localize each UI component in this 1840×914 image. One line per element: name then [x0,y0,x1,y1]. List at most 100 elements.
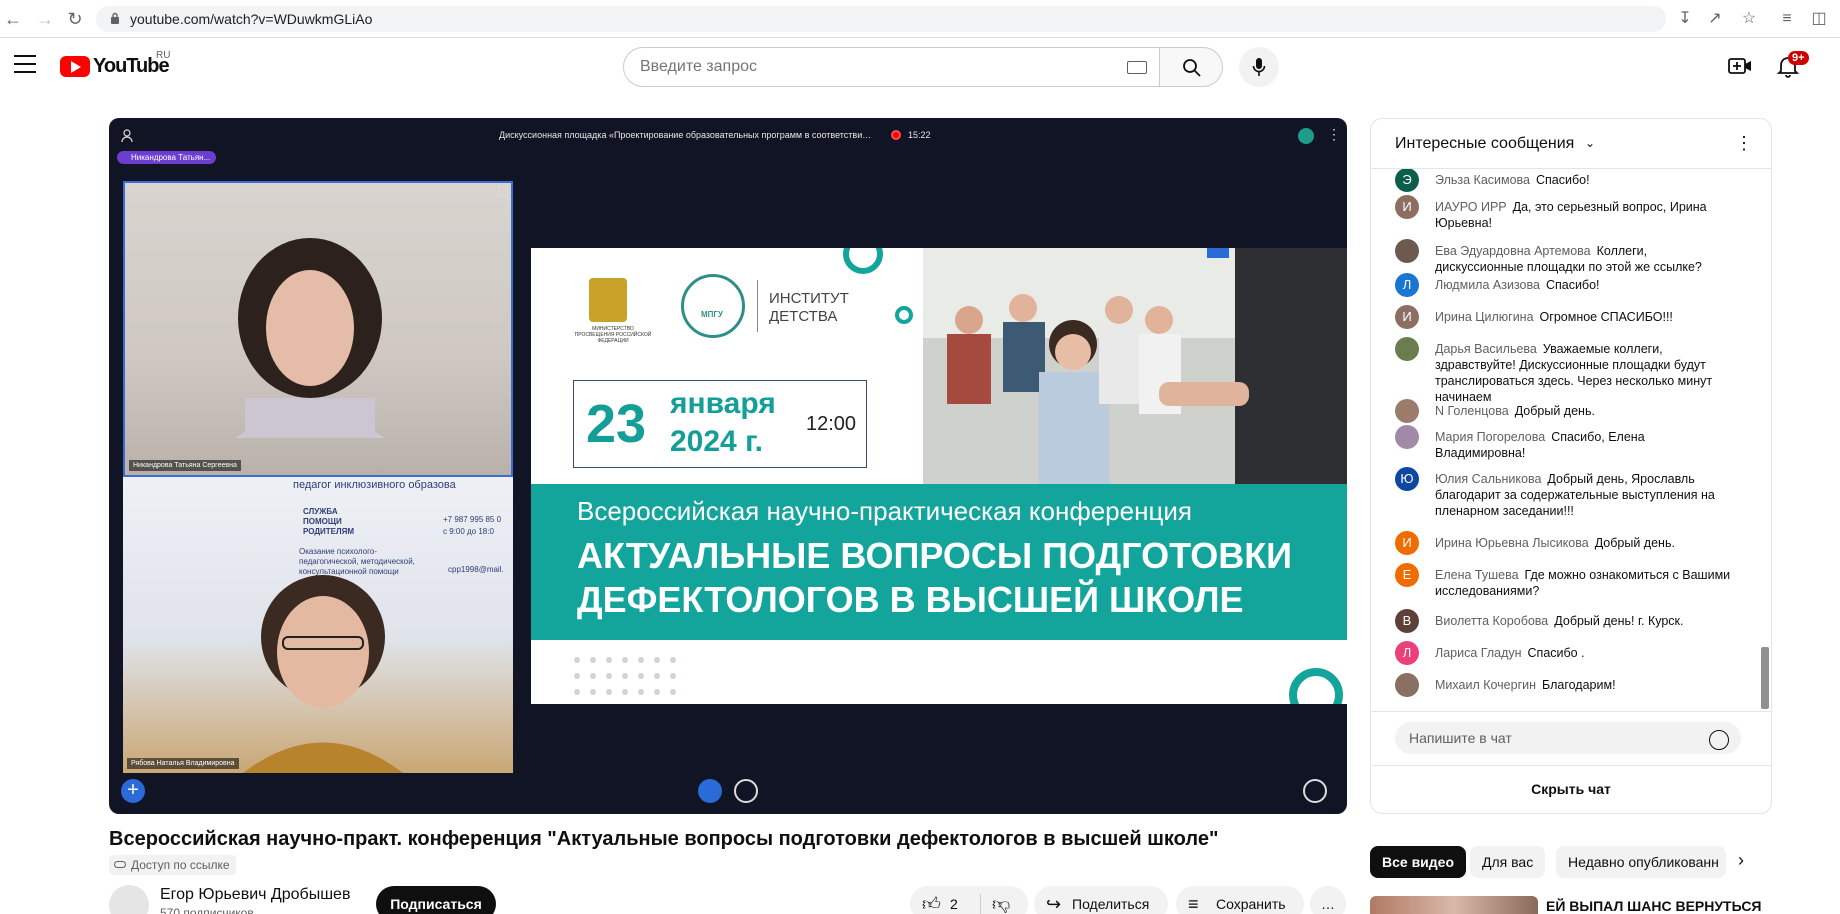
search-box [623,47,1160,87]
chat-message-list[interactable]: Э Эльза Касимова Спасибо! И ИАУРО ИРР Да, это… [1371,169,1771,711]
chat-message-body: Людмила Азизова Спасибо! [1435,277,1731,293]
recommended-title[interactable]: ЕЙ ВЫПАЛ ШАНС ВЕРНУТЬСЯ [1546,898,1762,914]
chat-author[interactable]: ИАУРО ИРР [1435,200,1507,214]
chevron-down-icon[interactable]: ⌄ [1585,136,1595,150]
chat-input-area [1371,711,1771,765]
chat-avatar[interactable] [1395,425,1419,449]
ministry-emblem-icon [589,278,627,322]
reading-list-icon[interactable]: ≡ [1776,8,1798,30]
decor-dot [895,306,913,324]
chat-avatar[interactable] [1395,673,1419,697]
chat-more-icon[interactable]: ⋮ [1735,133,1753,154]
chat-mode-selector[interactable]: Интересные сообщения [1395,135,1574,153]
menu-icon[interactable] [14,55,36,73]
dislike-icon[interactable]: 👎︎ [992,886,1010,914]
channel-name[interactable]: Егор Юрьевич Дробышев [160,886,350,904]
logo-divider [757,280,758,332]
keyboard-icon[interactable] [1127,61,1147,74]
add-button[interactable]: + [121,779,145,803]
recommended-thumbnail[interactable] [1370,896,1538,914]
channel-avatar[interactable] [109,885,149,914]
share-label: Поделиться [1072,896,1150,912]
chip-all[interactable]: Все видео [1370,846,1467,878]
install-icon[interactable]: ↧ [1674,8,1696,30]
reload-icon[interactable]: ↻ [64,8,86,30]
chat-message-body: ИАУРО ИРР Да, это серьезный вопрос, Ирина… [1435,199,1731,231]
chat-author[interactable]: Лариса Гладун [1435,646,1522,660]
decor-circle [843,248,883,274]
chat-message-body: Юлия Сальникова Добрый день, Ярославль бл… [1435,471,1731,519]
address-bar[interactable]: youtube.com/watch?v=WDuwkmGLiAo [96,6,1666,32]
participant-2-name: Рябова Наталья Владимировна [127,758,239,769]
share-page-icon[interactable]: ↗ [1704,8,1726,30]
more-options-icon[interactable]: ⋮ [1327,126,1341,143]
chat-author[interactable]: Елена Тушева [1435,568,1519,582]
create-video-icon[interactable] [1727,53,1753,79]
bookmark-star-icon[interactable]: ☆ [1738,8,1760,30]
chat-author[interactable]: Виолетта Коробова [1435,614,1548,628]
slide-day: 23 [586,394,647,454]
chip-recent[interactable]: Недавно опубликованн [1556,846,1726,878]
chat-author[interactable]: Дарья Васильева [1435,342,1537,356]
slide-date: 23 января 2024 г. 12:00 [573,380,867,468]
chat-avatar[interactable]: И [1395,195,1419,219]
access-label: Доступ по ссылке [131,858,230,872]
search-input[interactable] [640,58,1080,76]
chat-avatar[interactable]: И [1395,531,1419,555]
chat-author[interactable]: N Голенцова [1435,404,1509,418]
chat-message-text: Спасибо! [1545,278,1600,292]
poster-phone: +7 987 995 85 0 [443,515,502,524]
chat-author[interactable]: Ирина Юрьевна Лысикова [1435,536,1589,550]
chat-avatar[interactable]: Л [1395,273,1419,297]
chat-input[interactable] [1395,722,1741,754]
slide-subtitle: Всероссийская научно-практическая конфер… [577,496,1192,526]
chat-message-text: Добрый день. [1594,536,1675,550]
chat-author[interactable]: Юлия Сальникова [1435,472,1541,486]
chat-author[interactable]: Эльза Касимова [1435,173,1530,187]
share-icon: ↪ [1046,894,1062,914]
forward-icon[interactable]: → [34,8,56,30]
participant-2-figure [243,575,403,773]
video-player[interactable]: Дискуссионная площадка «Проектирование о… [109,118,1347,814]
emoji-icon[interactable] [1709,730,1729,750]
chat-avatar[interactable] [1395,337,1419,361]
participant-camera-1: Никандрова Татьяна Сергеевна [123,181,513,477]
chat-avatar[interactable] [1395,399,1419,423]
chat-message-body: N Голенцова Добрый день. [1435,403,1731,419]
search-button[interactable] [1159,47,1223,87]
youtube-logo[interactable]: YouTube [60,55,170,77]
raise-hand-icon[interactable] [1303,779,1327,803]
chevron-right-icon[interactable]: › [1738,850,1744,871]
chat-author[interactable]: Михаил Кочергин [1435,678,1536,692]
subscribe-button[interactable]: Подписаться [376,886,496,914]
chat-author[interactable]: Мария Погорелова [1435,430,1545,444]
share-button[interactable]: ↪ Поделиться [1034,886,1168,914]
chat-avatar[interactable]: Э [1395,169,1419,192]
save-label: Сохранить [1216,896,1286,912]
slide-control-icon[interactable] [1207,248,1229,258]
live-chat: Интересные сообщения ⌄ ⋮ Э Эльза Касимова… [1370,118,1772,814]
chip-for-you[interactable]: Для вас [1470,846,1546,878]
chat-avatar[interactable]: В [1395,609,1419,633]
chat-avatar[interactable]: Ю [1395,467,1419,491]
chat-author[interactable]: Людмила Азизова [1435,278,1540,292]
chat-scrollbar[interactable] [1761,647,1769,709]
presentation-slide: МИНИСТЕРСТВО ПРОСВЕЩЕНИЯ РОССИЙСКОЙ ФЕДЕ… [531,248,1347,704]
chat-author[interactable]: Ирина Цилюгина [1435,310,1534,324]
back-icon[interactable]: ← [2,8,24,30]
voice-search-button[interactable] [1239,47,1279,87]
chat-avatar[interactable] [1395,239,1419,263]
chat-avatar[interactable]: Е [1395,563,1419,587]
more-actions-button[interactable]: … [1310,886,1346,914]
side-panel-icon[interactable]: ◫ [1808,8,1830,30]
chat-avatar[interactable]: И [1395,305,1419,329]
expand-icon[interactable] [498,186,508,196]
hide-chat-button[interactable]: Скрыть чат [1371,765,1771,813]
camera-off-icon[interactable] [734,779,758,803]
save-button[interactable]: ≡ Сохранить [1176,886,1304,914]
chat-author[interactable]: Ева Эдуардовна Артемова [1435,244,1591,258]
like-icon[interactable]: 👍︎ [922,886,941,914]
chat-avatar[interactable]: Л [1395,641,1419,665]
save-playlist-icon: ≡ [1188,894,1199,914]
headphones-icon[interactable] [698,779,722,803]
